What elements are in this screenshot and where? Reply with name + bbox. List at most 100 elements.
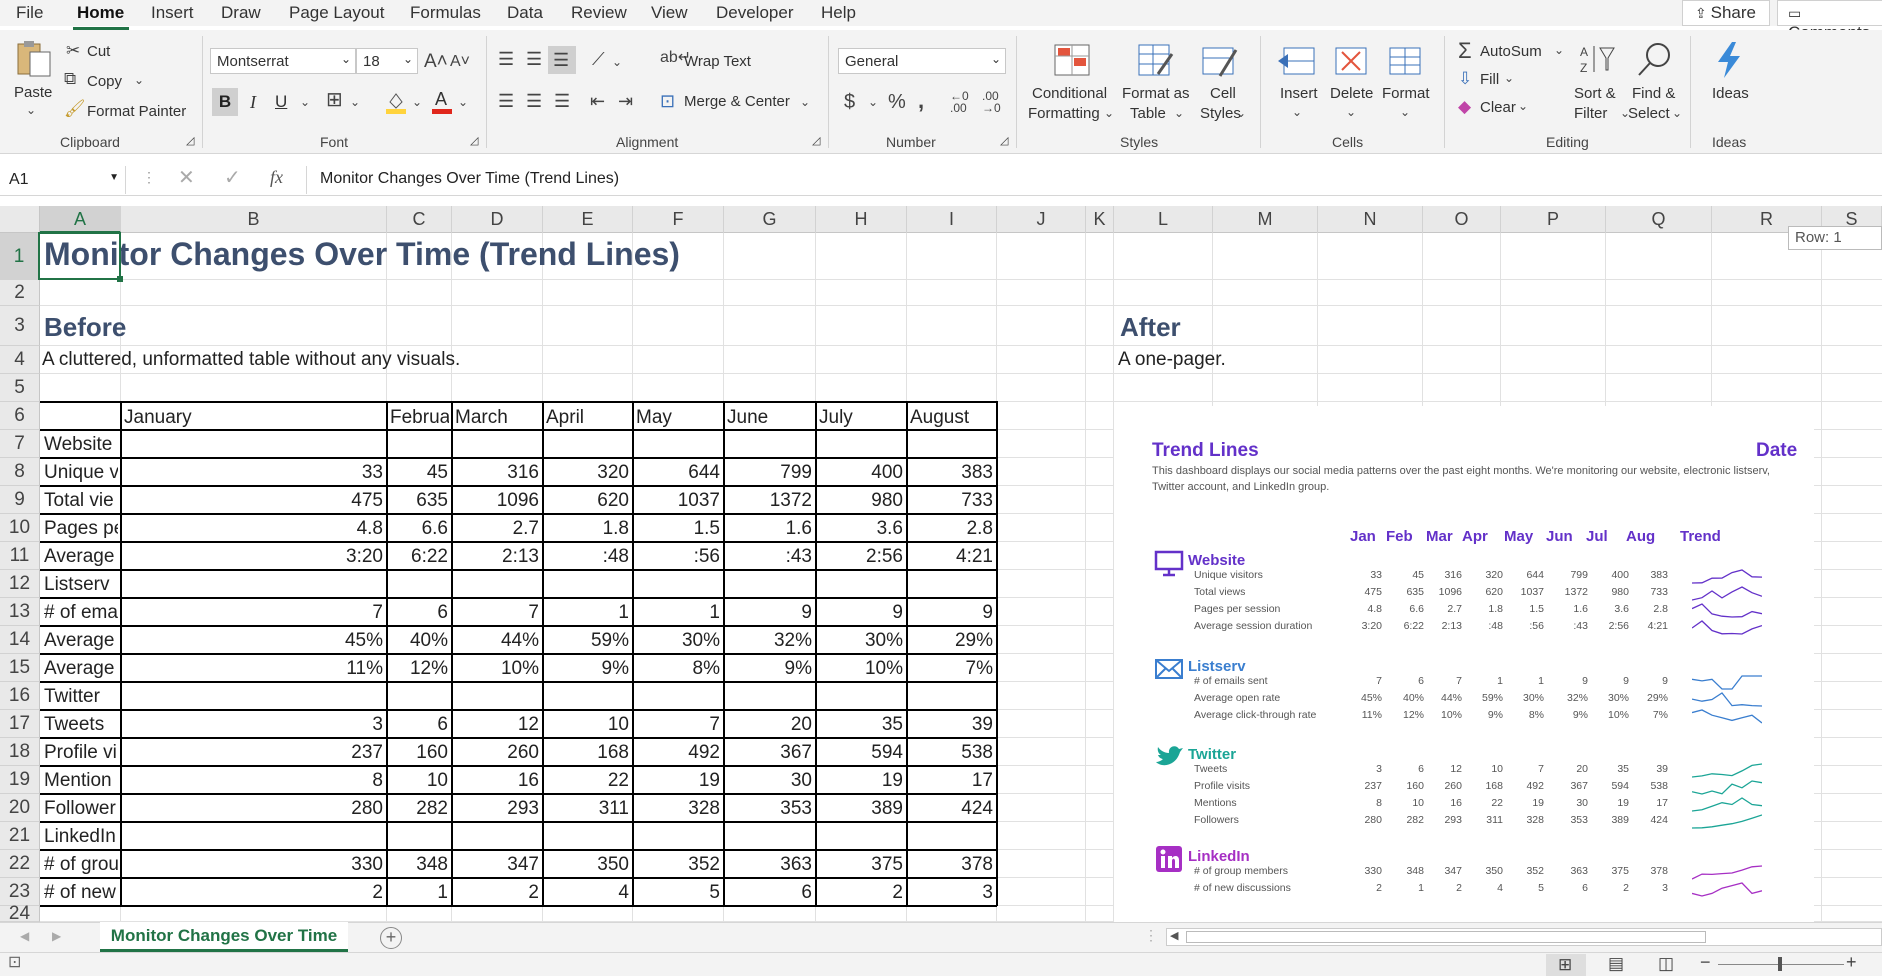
name-box[interactable]: A1 ▼ <box>0 166 126 194</box>
conditional-formatting-label-1[interactable]: Conditional <box>1032 85 1107 102</box>
lightning-icon[interactable] <box>1712 40 1746 80</box>
value-cell[interactable]: 11% <box>123 658 383 680</box>
chevron-down-icon[interactable]: ⌄ <box>1104 107 1114 119</box>
chevron-down-icon[interactable]: ⌄ <box>1554 44 1564 56</box>
value-cell[interactable]: 1 <box>389 882 448 904</box>
row-header[interactable]: 5 <box>0 374 40 402</box>
row-label-cell[interactable]: # of new <box>44 882 118 904</box>
format-cells-icon[interactable] <box>1386 44 1426 78</box>
increase-indent-icon[interactable]: ⇥ <box>618 92 633 110</box>
value-cell[interactable]: 320 <box>545 462 629 484</box>
autosum-icon[interactable]: Σ <box>1458 40 1472 62</box>
row-header[interactable]: 8 <box>0 458 40 486</box>
menu-page-layout[interactable]: Page Layout <box>289 3 384 23</box>
value-cell[interactable]: 59% <box>545 630 629 652</box>
row-label-cell[interactable]: # of grou <box>44 854 118 876</box>
row-header[interactable]: 24 <box>0 904 40 923</box>
chevron-down-icon[interactable]: ⌄ <box>868 96 878 108</box>
font-name-combo[interactable]: Montserrat ⌄ <box>210 48 356 74</box>
value-cell[interactable]: 7 <box>123 602 383 624</box>
value-cell[interactable]: 44% <box>454 630 539 652</box>
value-cell[interactable]: 348 <box>389 854 448 876</box>
chevron-down-icon[interactable]: ⌄ <box>1346 106 1356 118</box>
value-cell[interactable]: 353 <box>726 798 812 820</box>
value-cell[interactable]: 316 <box>454 462 539 484</box>
row-header[interactable]: 9 <box>0 486 40 514</box>
align-middle-icon[interactable]: ☰ <box>526 50 542 68</box>
value-cell[interactable]: 389 <box>818 798 903 820</box>
value-cell[interactable]: 4.8 <box>123 518 383 540</box>
row-label-cell[interactable]: Mention <box>44 770 118 792</box>
align-top-icon[interactable]: ☰ <box>498 50 514 68</box>
chevron-down-icon[interactable]: ⌄ <box>1504 72 1514 84</box>
value-cell[interactable]: 1.6 <box>726 518 812 540</box>
value-cell[interactable]: 311 <box>545 798 629 820</box>
more-options-icon[interactable]: ⋮ <box>142 170 156 184</box>
value-cell[interactable]: 22 <box>545 770 629 792</box>
value-cell[interactable]: 9 <box>909 602 993 624</box>
month-header-cell[interactable]: January <box>124 407 384 429</box>
value-cell[interactable]: 347 <box>454 854 539 876</box>
menu-file[interactable]: File <box>16 3 43 23</box>
row-header[interactable]: 15 <box>0 654 40 682</box>
column-header[interactable]: C <box>387 206 452 233</box>
value-cell[interactable]: 538 <box>909 742 993 764</box>
decrease-font-icon[interactable]: A˅ <box>450 54 470 70</box>
chevron-down-icon[interactable]: ⌄ <box>412 96 422 108</box>
value-cell[interactable]: 378 <box>909 854 993 876</box>
paintbrush-icon[interactable]: 🖌 <box>64 100 86 117</box>
value-cell[interactable]: 17 <box>909 770 993 792</box>
value-cell[interactable]: 2:13 <box>454 546 539 568</box>
conditional-formatting-label-2[interactable]: Formatting <box>1028 105 1100 122</box>
row-header[interactable]: 2 <box>0 280 40 306</box>
value-cell[interactable]: 35 <box>818 714 903 736</box>
row-label-cell[interactable]: Listserv <box>44 574 118 596</box>
column-header[interactable]: Q <box>1606 206 1712 233</box>
chevron-down-icon[interactable]: ⌄ <box>350 96 360 108</box>
bold-button[interactable]: B <box>212 88 238 116</box>
menu-view[interactable]: View <box>651 3 688 23</box>
column-header[interactable]: H <box>816 206 907 233</box>
value-cell[interactable]: 635 <box>389 490 448 512</box>
merge-center-button[interactable]: Merge & Center <box>684 93 790 110</box>
month-header-cell[interactable]: April <box>546 407 630 429</box>
scroll-right-icon[interactable]: ▶ <box>52 930 61 942</box>
value-cell[interactable]: 350 <box>545 854 629 876</box>
column-header[interactable]: J <box>997 206 1086 233</box>
scroll-left-arrow-icon[interactable]: ◀ <box>1170 931 1178 942</box>
row-label-cell[interactable]: Website <box>44 434 118 456</box>
month-header-cell[interactable]: June <box>727 407 813 429</box>
after-heading[interactable]: After <box>1120 312 1181 343</box>
value-cell[interactable]: 799 <box>726 462 812 484</box>
value-cell[interactable]: 4:21 <box>909 546 993 568</box>
month-header-cell[interactable]: July <box>819 407 904 429</box>
value-cell[interactable]: 2 <box>818 882 903 904</box>
italic-button[interactable]: I <box>250 92 256 113</box>
value-cell[interactable]: 594 <box>818 742 903 764</box>
copy-icon[interactable]: ⧉ <box>64 70 76 87</box>
chevron-down-icon[interactable]: ⌄ <box>26 104 36 116</box>
row-header[interactable]: 7 <box>0 430 40 458</box>
chevron-down-icon[interactable]: ⌄ <box>1236 107 1246 119</box>
more-options-icon[interactable]: ⋮ <box>1144 928 1158 942</box>
sort-filter-label-2[interactable]: Filter <box>1574 105 1607 122</box>
percent-icon[interactable]: % <box>888 92 906 112</box>
row-header[interactable]: 1 <box>0 233 40 280</box>
value-cell[interactable]: 6.6 <box>389 518 448 540</box>
value-cell[interactable]: 33 <box>123 462 383 484</box>
value-cell[interactable]: 8 <box>123 770 383 792</box>
menu-draw[interactable]: Draw <box>221 3 261 23</box>
format-as-table-icon[interactable] <box>1138 44 1174 78</box>
dashboard-image[interactable]: Trend Lines Date This dashboard displays… <box>1114 406 1814 922</box>
value-cell[interactable]: 1372 <box>726 490 812 512</box>
value-cell[interactable]: 2 <box>454 882 539 904</box>
normal-view-icon[interactable]: ⊞ <box>1546 954 1586 976</box>
chevron-down-icon[interactable]: ⌄ <box>1292 106 1302 118</box>
value-cell[interactable]: 2.7 <box>454 518 539 540</box>
column-header[interactable]: O <box>1423 206 1501 233</box>
value-cell[interactable]: 10 <box>545 714 629 736</box>
format-as-table-label-2[interactable]: Table <box>1130 105 1166 122</box>
value-cell[interactable]: 2 <box>123 882 383 904</box>
menu-help[interactable]: Help <box>821 3 856 23</box>
value-cell[interactable]: 2:56 <box>818 546 903 568</box>
